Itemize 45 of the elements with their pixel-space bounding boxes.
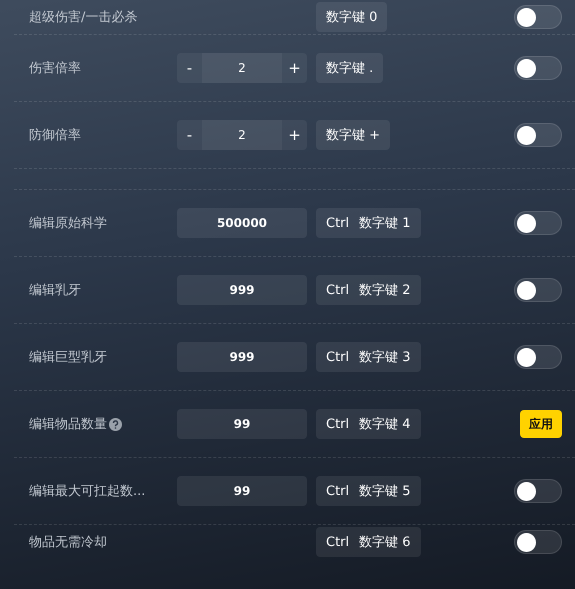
key-label: 数字键 . xyxy=(326,60,374,77)
key-label: Ctrl xyxy=(326,350,350,364)
key-label: Ctrl xyxy=(326,534,350,550)
key-label: 数字键 5 xyxy=(359,483,411,500)
number-field[interactable]: 2 xyxy=(202,53,282,83)
option-label: 伤害倍率 xyxy=(29,60,81,77)
key-label: 数字键 0 xyxy=(326,9,378,26)
option-label: 防御倍率 xyxy=(29,127,81,144)
key-label: Ctrl xyxy=(326,416,350,432)
key-label: 数字键 4 xyxy=(359,416,411,433)
increment-button[interactable]: + xyxy=(282,120,307,150)
option-label: 编辑乳牙 xyxy=(29,282,81,299)
key-label: Ctrl xyxy=(326,484,350,498)
toggle-switch[interactable] xyxy=(514,530,562,554)
apply-button[interactable]: 应用 xyxy=(520,410,562,438)
toggle-switch[interactable] xyxy=(514,345,562,369)
option-label: 编辑最大可扛起数... xyxy=(29,483,146,500)
key-label: 数字键 6 xyxy=(359,534,411,551)
toggle-switch[interactable] xyxy=(514,5,562,29)
option-label: 编辑物品数量 xyxy=(29,416,107,433)
number-field[interactable]: 999 xyxy=(177,275,307,305)
option-label: 物品无需冷却 xyxy=(29,534,107,551)
decrement-button[interactable]: - xyxy=(177,120,202,150)
toggle-switch[interactable] xyxy=(514,278,562,302)
increment-button[interactable]: + xyxy=(282,53,307,83)
toggle-switch[interactable] xyxy=(514,123,562,147)
option-label: 编辑原始科学 xyxy=(29,215,107,232)
option-label: 编辑巨型乳牙 xyxy=(29,349,107,366)
toggle-switch[interactable] xyxy=(514,479,562,503)
help-icon[interactable] xyxy=(109,418,122,430)
number-field[interactable]: 99 xyxy=(177,409,307,439)
number-field[interactable]: 99 xyxy=(177,476,307,506)
key-label: Ctrl xyxy=(326,216,350,230)
toggle-switch[interactable] xyxy=(514,56,562,80)
key-label: 数字键 1 xyxy=(359,215,411,232)
key-label: Ctrl xyxy=(326,282,350,298)
number-field[interactable]: 999 xyxy=(177,342,307,372)
decrement-button[interactable]: - xyxy=(177,53,202,83)
toggle-switch[interactable] xyxy=(514,211,562,235)
number-field[interactable]: 2 xyxy=(202,120,282,150)
key-label: 数字键 2 xyxy=(359,282,411,299)
option-label: 超级伤害/一击必杀 xyxy=(29,9,138,26)
number-field[interactable]: 500000 xyxy=(177,208,307,238)
key-label: 数字键 + xyxy=(326,127,380,144)
key-label: 数字键 3 xyxy=(359,349,411,366)
